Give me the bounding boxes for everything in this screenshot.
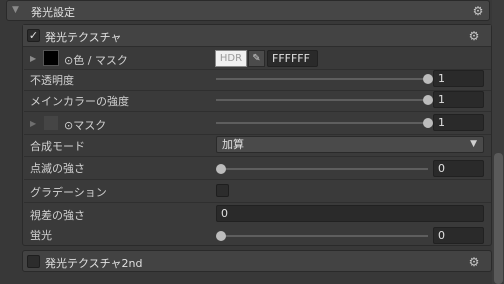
collapse-triangle-icon[interactable]: ▼	[12, 5, 19, 15]
blink-strength-field[interactable]: 0	[433, 160, 484, 177]
blend-mode-dropdown[interactable]: 加算 ▼	[216, 136, 484, 153]
main-color-strength-slider-track[interactable]	[216, 99, 428, 101]
emission-texture-2nd-title: 発光テクスチャ2nd	[45, 257, 143, 270]
gear-icon[interactable]: ⚙	[471, 4, 485, 18]
parallax-strength-label: 視差の強さ	[30, 209, 85, 222]
row-separator	[24, 111, 491, 112]
color-texture-thumbnail[interactable]	[43, 50, 59, 66]
row-separator	[24, 90, 491, 91]
fluorescence-field[interactable]: 0	[433, 227, 484, 244]
mask-slider-track[interactable]	[216, 122, 428, 124]
gear-icon[interactable]: ⚙	[467, 255, 481, 269]
fluorescence-label: 蛍光	[30, 229, 52, 242]
opacity-slider-track[interactable]	[216, 78, 428, 80]
eyedropper-icon[interactable]: ✎	[248, 50, 265, 67]
emission-settings-header[interactable]: ▼ 発光設定 ⚙	[6, 0, 490, 21]
expand-triangle-icon[interactable]: ▶	[30, 119, 36, 128]
row-separator	[24, 156, 491, 157]
color-mask-label: ⊙色 / マスク	[64, 54, 128, 67]
blink-strength-slider-knob[interactable]	[216, 164, 226, 174]
row-separator	[24, 179, 491, 180]
blink-strength-label: 点滅の強さ	[30, 162, 85, 175]
hdr-color-button[interactable]: HDR	[215, 50, 247, 67]
expand-triangle-icon[interactable]: ▶	[30, 54, 36, 63]
emission-texture-2nd-checkbox[interactable]	[27, 255, 40, 268]
main-color-strength-label: メインカラーの強度	[30, 95, 129, 108]
mask-label: ⊙マスク	[64, 119, 107, 132]
gradation-label: グラデーション	[30, 186, 107, 199]
main-color-strength-field[interactable]: 1	[433, 91, 484, 108]
gear-icon[interactable]: ⚙	[467, 29, 481, 43]
chevron-down-icon: ▼	[470, 139, 477, 149]
blink-strength-slider-track[interactable]	[221, 168, 428, 170]
emission-texture-title: 発光テクスチャ	[45, 31, 122, 44]
opacity-label: 不透明度	[30, 74, 74, 87]
opacity-field[interactable]: 1	[433, 70, 484, 87]
scrollbar-thumb[interactable]	[494, 153, 503, 284]
mask-texture-thumbnail[interactable]	[43, 115, 59, 131]
section-title: 発光設定	[31, 6, 75, 19]
row-separator	[24, 202, 491, 203]
fluorescence-slider-knob[interactable]	[216, 231, 226, 241]
opacity-slider-knob[interactable]	[423, 74, 433, 84]
gradation-checkbox[interactable]	[216, 184, 229, 197]
mask-slider-knob[interactable]	[423, 118, 433, 128]
parallax-strength-field[interactable]: 0	[216, 205, 484, 222]
emission-texture-2nd-header[interactable]: 発光テクスチャ2nd ⚙	[22, 250, 492, 272]
blend-mode-label: 合成モード	[30, 140, 85, 153]
blend-mode-value: 加算	[222, 138, 244, 151]
emission-texture-header[interactable]: ✓ 発光テクスチャ ⚙	[23, 25, 491, 47]
fluorescence-slider-track[interactable]	[221, 235, 428, 237]
row-separator	[24, 134, 491, 135]
mask-field[interactable]: 1	[433, 114, 484, 131]
main-color-strength-slider-knob[interactable]	[423, 95, 433, 105]
emission-texture-checkbox[interactable]: ✓	[27, 29, 40, 42]
hex-color-field[interactable]: FFFFFF	[267, 50, 318, 67]
row-separator	[24, 69, 491, 70]
